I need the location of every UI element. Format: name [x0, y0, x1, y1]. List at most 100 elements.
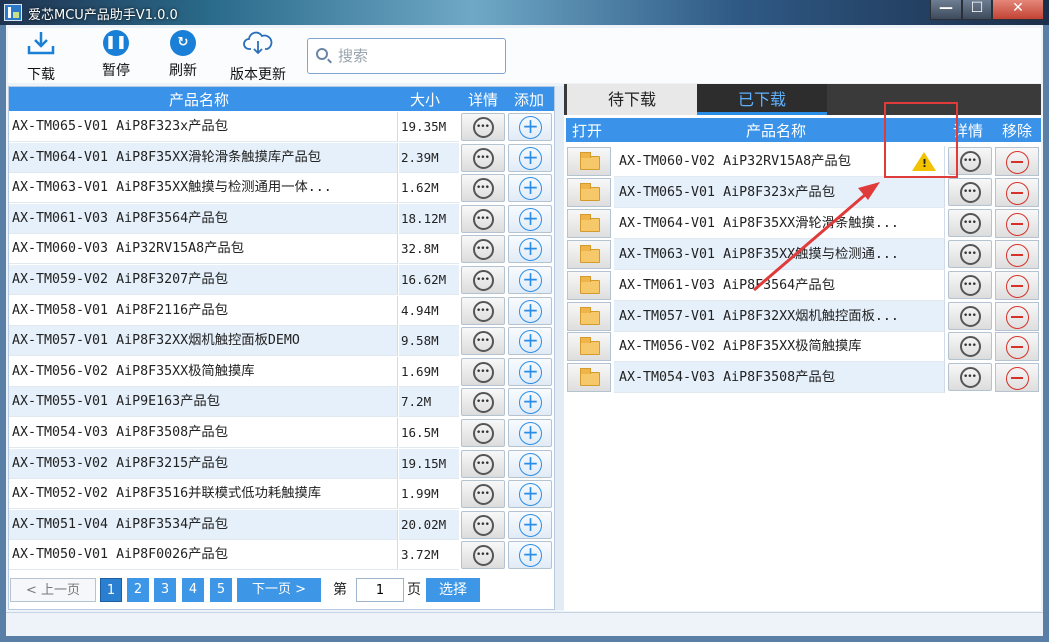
- add-button[interactable]: +: [508, 510, 552, 539]
- add-button[interactable]: +: [508, 480, 552, 509]
- table-row[interactable]: AX-TM061-V03 AiP8F3564产品包: [566, 269, 1041, 301]
- add-button[interactable]: +: [508, 143, 552, 172]
- page-2-button[interactable]: 2: [127, 578, 149, 602]
- detail-button[interactable]: [948, 270, 992, 299]
- tab-downloaded[interactable]: 已下载: [697, 84, 827, 115]
- page-4-button[interactable]: 4: [182, 578, 204, 602]
- remove-button[interactable]: [995, 239, 1039, 269]
- table-row[interactable]: AX-TM065-V01 AiP8F323x产品包: [566, 176, 1041, 208]
- detail-button[interactable]: [461, 449, 505, 478]
- page-5-button[interactable]: 5: [210, 578, 232, 602]
- detail-button[interactable]: [461, 266, 505, 294]
- close-button[interactable]: ✕: [992, 0, 1044, 20]
- panel-splitter[interactable]: [555, 86, 564, 610]
- detail-button[interactable]: [461, 143, 505, 172]
- open-folder-button[interactable]: [567, 208, 611, 238]
- add-button[interactable]: +: [508, 296, 552, 325]
- table-row[interactable]: AX-TM056-V02 AiP8F35XX极简触摸库: [566, 331, 1041, 363]
- remove-button[interactable]: [995, 177, 1039, 207]
- table-row[interactable]: AX-TM057-V01 AiP8F32XX烟机触控面板...: [566, 300, 1041, 332]
- detail-button[interactable]: [948, 208, 992, 237]
- open-folder-button[interactable]: [567, 301, 611, 331]
- add-button[interactable]: +: [508, 266, 552, 294]
- open-folder-button[interactable]: [567, 239, 611, 269]
- detail-button[interactable]: [461, 419, 505, 447]
- table-row[interactable]: AX-TM050-V01 AiP8F0026产品包3.72M +: [9, 540, 554, 571]
- table-row[interactable]: AX-TM064-V01 AiP8F35XX滑轮滑条触摸...: [566, 207, 1041, 239]
- detail-button[interactable]: [948, 363, 992, 392]
- table-row[interactable]: AX-TM053-V02 AiP8F3215产品包19.15M +: [9, 448, 554, 479]
- detail-button[interactable]: [948, 301, 992, 330]
- goto-page-button[interactable]: 选择: [426, 578, 480, 602]
- detail-button[interactable]: [461, 113, 505, 141]
- table-row[interactable]: AX-TM063-V01 AiP8F35XX触摸与检测通...: [566, 238, 1041, 270]
- page-3-button[interactable]: 3: [154, 578, 176, 602]
- detail-button[interactable]: [461, 388, 505, 417]
- maximize-button[interactable]: ☐: [962, 0, 992, 20]
- minimize-button[interactable]: —: [930, 0, 962, 20]
- table-row[interactable]: AX-TM055-V01 AiP9E163产品包7.2M +: [9, 387, 554, 418]
- prev-page-button[interactable]: < 上一页: [10, 578, 96, 602]
- detail-button[interactable]: [461, 174, 505, 203]
- page-1-button[interactable]: 1: [100, 578, 122, 602]
- add-button[interactable]: +: [508, 174, 552, 203]
- header-product-name: 产品名称: [746, 122, 807, 140]
- detail-button[interactable]: [948, 332, 992, 361]
- table-row[interactable]: AX-TM054-V03 AiP8F3508产品包: [566, 362, 1041, 394]
- remove-button[interactable]: [995, 363, 1039, 393]
- table-row[interactable]: AX-TM054-V03 AiP8F3508产品包16.5M +: [9, 418, 554, 448]
- table-row[interactable]: AX-TM059-V02 AiP8F3207产品包16.62M +: [9, 265, 554, 295]
- table-row[interactable]: AX-TM064-V01 AiP8F35XX滑轮滑条触摸库产品包2.39M +: [9, 142, 554, 173]
- table-row[interactable]: AX-TM052-V02 AiP8F3516并联模式低功耗触摸库1.99M +: [9, 479, 554, 510]
- table-row[interactable]: AX-TM060-V03 AiP32RV15A8产品包32.8M +: [9, 234, 554, 265]
- remove-button[interactable]: [995, 147, 1039, 176]
- detail-button[interactable]: [461, 296, 505, 325]
- add-button[interactable]: +: [508, 235, 552, 264]
- add-button[interactable]: +: [508, 388, 552, 417]
- add-button[interactable]: +: [508, 449, 552, 478]
- open-folder-button[interactable]: [567, 147, 611, 176]
- table-row[interactable]: AX-TM057-V01 AiP8F32XX烟机触控面板DEMO9.58M +: [9, 326, 554, 357]
- detail-button[interactable]: [461, 480, 505, 509]
- add-button[interactable]: +: [508, 113, 552, 141]
- table-row[interactable]: AX-TM056-V02 AiP8F35XX极简触摸库1.69M +: [9, 356, 554, 387]
- refresh-button[interactable]: ↻ 刷新: [165, 30, 201, 80]
- product-name: AX-TM057-V01 AiP8F32XX烟机触控面板DEMO: [9, 326, 398, 357]
- table-row[interactable]: AX-TM063-V01 AiP8F35XX触摸与检测通用一体...1.62M +: [9, 173, 554, 204]
- open-folder-button[interactable]: [567, 363, 611, 393]
- search-box[interactable]: [307, 38, 506, 74]
- add-button[interactable]: +: [508, 357, 552, 386]
- detail-button[interactable]: [461, 357, 505, 386]
- remove-button[interactable]: [995, 208, 1039, 238]
- open-folder-button[interactable]: [567, 332, 611, 362]
- table-row[interactable]: AX-TM051-V04 AiP8F3534产品包20.02M +: [9, 509, 554, 540]
- detail-button[interactable]: [461, 204, 505, 233]
- add-button[interactable]: +: [508, 204, 552, 233]
- detail-button[interactable]: [461, 510, 505, 539]
- header-open: 打开: [572, 122, 603, 140]
- table-row[interactable]: AX-TM061-V03 AiP8F3564产品包18.12M +: [9, 203, 554, 234]
- open-folder-button[interactable]: [567, 177, 611, 207]
- detail-button[interactable]: [461, 327, 505, 356]
- search-input[interactable]: [338, 45, 498, 67]
- detail-button[interactable]: [948, 239, 992, 268]
- add-button[interactable]: +: [508, 327, 552, 356]
- version-update-button[interactable]: 版本更新: [225, 30, 291, 84]
- table-row[interactable]: AX-TM065-V01 AiP8F323x产品包19.35M +: [9, 112, 554, 142]
- detail-button[interactable]: [948, 177, 992, 206]
- add-button[interactable]: +: [508, 419, 552, 447]
- tab-pending[interactable]: 待下载: [567, 84, 697, 115]
- add-button[interactable]: +: [508, 541, 552, 570]
- detail-button[interactable]: [461, 541, 505, 570]
- remove-button[interactable]: [995, 270, 1039, 300]
- remove-button[interactable]: [995, 301, 1039, 331]
- next-page-button[interactable]: 下一页 >: [237, 578, 321, 602]
- table-row[interactable]: AX-TM060-V02 AiP32RV15A8产品包!: [566, 146, 1041, 177]
- goto-page-input[interactable]: [356, 578, 404, 602]
- table-row[interactable]: AX-TM058-V01 AiP8F2116产品包4.94M +: [9, 295, 554, 326]
- download-button[interactable]: 下载: [26, 30, 56, 84]
- detail-button[interactable]: [461, 235, 505, 264]
- remove-button[interactable]: [995, 332, 1039, 362]
- pause-button[interactable]: ❚❚ 暂停: [98, 30, 134, 80]
- open-folder-button[interactable]: [567, 270, 611, 300]
